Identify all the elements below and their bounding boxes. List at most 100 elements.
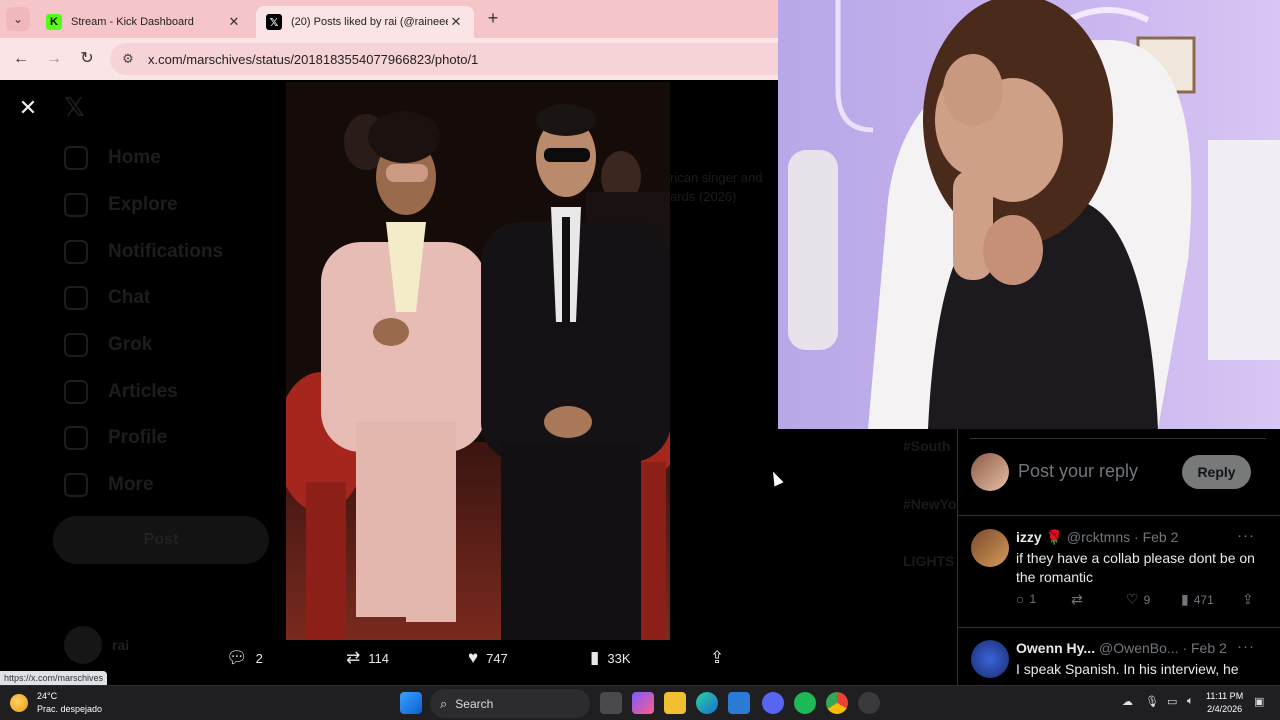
- nav-explore[interactable]: Explore: [64, 193, 178, 217]
- bell-icon: [64, 240, 88, 264]
- bar-chart-icon: ▮: [1181, 591, 1189, 607]
- share-action[interactable]: ⇪: [710, 648, 732, 668]
- share-icon: ⇪: [1242, 591, 1254, 607]
- photo-illustration: [286, 82, 670, 640]
- heart-icon: ♡: [1126, 591, 1139, 607]
- views-action[interactable]: ▮ 33K: [590, 648, 631, 668]
- reply-count[interactable]: ○ 1: [1016, 591, 1036, 607]
- divider: [957, 515, 1280, 516]
- site-info-icon[interactable]: ⚙: [118, 51, 138, 67]
- webcam-overlay: [778, 0, 1280, 429]
- weather-sun-icon: [10, 694, 28, 712]
- discord-icon[interactable]: [762, 692, 784, 714]
- spotify-icon[interactable]: [794, 692, 816, 714]
- nav-more[interactable]: More: [64, 473, 153, 497]
- nav-home[interactable]: Home: [64, 146, 161, 170]
- reply-header: Owenn Hy... @OwenBo... · Feb 2: [1016, 640, 1227, 656]
- windows-taskbar: 24°C Prac. despejado ⌕ Search ☁ 🎙︎ ▭ 🔈︎ …: [0, 685, 1280, 720]
- reply-action[interactable]: 💬︎ 2: [226, 648, 263, 668]
- like-count[interactable]: ♡ 9: [1126, 591, 1150, 608]
- tab-x-likes[interactable]: 𝕏 (20) Posts liked by rai (@raineeelis) …: [256, 6, 474, 38]
- articles-icon: [64, 380, 88, 404]
- trend-item[interactable]: #South: [903, 438, 950, 454]
- notification-icon[interactable]: ▣: [1254, 695, 1264, 708]
- repost-action[interactable]: ⇄ 114: [346, 648, 389, 668]
- grok-icon: [64, 333, 88, 357]
- close-icon[interactable]: ✕: [16, 96, 40, 120]
- browser-tab-bar: ⌄ K Stream - Kick Dashboard ✕ 𝕏 (20) Pos…: [0, 0, 778, 38]
- tray-cloud-icon[interactable]: ☁: [1122, 695, 1133, 708]
- taskbar-search[interactable]: ⌕ Search: [430, 689, 590, 718]
- task-view-icon[interactable]: [600, 692, 622, 714]
- more-options-icon[interactable]: ···: [1237, 527, 1255, 544]
- search-icon: ⌕: [440, 695, 448, 711]
- reload-icon[interactable]: ↻: [76, 48, 98, 70]
- avatar: [971, 640, 1009, 678]
- avatar: [971, 453, 1009, 491]
- file-explorer-icon[interactable]: [664, 692, 686, 714]
- post-photo[interactable]: [286, 82, 670, 640]
- store-icon[interactable]: [728, 692, 750, 714]
- new-tab-plus-icon[interactable]: +: [482, 8, 504, 30]
- chrome-icon[interactable]: [826, 692, 848, 714]
- nav-chat[interactable]: Chat: [64, 286, 150, 310]
- x-icon: 𝕏: [266, 14, 282, 30]
- reply-stats: ○ 1 ⇄ ♡ 9 ▮ 471 ⇪: [1016, 591, 1266, 611]
- back-arrow-icon[interactable]: ←: [10, 48, 32, 70]
- repost-icon: ⇄: [1071, 591, 1083, 607]
- screen: ⌄ K Stream - Kick Dashboard ✕ 𝕏 (20) Pos…: [0, 0, 1280, 720]
- kick-icon: K: [46, 14, 62, 30]
- divider: [957, 627, 1280, 628]
- bar-chart-icon: ▮: [590, 648, 600, 667]
- browser-toolbar: ← → ↻ ⚙ x.com/marschives/status/20181835…: [0, 38, 778, 80]
- mail-icon: [64, 286, 88, 310]
- obs-icon[interactable]: [858, 692, 880, 714]
- weather-desc: Prac. despejado: [37, 704, 103, 714]
- nav-grok[interactable]: Grok: [64, 333, 152, 357]
- x-logo-icon: 𝕏: [64, 92, 85, 122]
- edge-icon[interactable]: [696, 692, 718, 714]
- reply-text: I speak Spanish. In his interview, he: [1016, 661, 1239, 677]
- tab-search-chevron-icon[interactable]: ⌄: [6, 7, 30, 31]
- start-windows-icon[interactable]: [400, 692, 422, 714]
- address-bar[interactable]: ⚙ x.com/marschives/status/20181835540779…: [110, 43, 778, 75]
- system-clock[interactable]: 11:11 PM 2/4/2026: [1206, 690, 1243, 716]
- trend-item[interactable]: #NewYo: [903, 496, 956, 512]
- repost-count[interactable]: ⇄: [1071, 591, 1088, 608]
- reply-item[interactable]: izzy 🌹 @rcktmns · Feb 2 ··· if they have…: [957, 527, 1280, 621]
- close-tab-icon[interactable]: ✕: [226, 14, 242, 30]
- weather-temp: 24°C: [37, 691, 58, 701]
- reply-input[interactable]: Post your reply: [1018, 461, 1138, 482]
- view-count[interactable]: ▮ 471: [1181, 591, 1214, 608]
- weather-widget[interactable]: 24°C Prac. despejado: [10, 690, 102, 716]
- post-button[interactable]: Post: [53, 516, 269, 564]
- divider: [970, 438, 1266, 439]
- profile-icon: [64, 426, 88, 450]
- share-icon: ⇪: [710, 648, 725, 667]
- tab-title: Stream - Kick Dashboard: [71, 16, 194, 28]
- nav-notifications[interactable]: Notifications: [64, 240, 223, 264]
- address-url[interactable]: x.com/marschives/status/2018183554077966…: [148, 52, 478, 67]
- nav-articles[interactable]: Articles: [64, 380, 178, 404]
- like-action[interactable]: ♥ 747: [468, 648, 508, 668]
- volume-icon[interactable]: 🔈︎: [1187, 695, 1194, 708]
- copilot-icon[interactable]: [632, 692, 654, 714]
- comment-icon: 💬︎: [226, 648, 248, 667]
- heart-icon: ♥: [468, 648, 479, 667]
- more-options-icon[interactable]: ···: [1237, 640, 1255, 655]
- reply-button[interactable]: Reply: [1182, 455, 1251, 489]
- forward-arrow-icon[interactable]: →: [43, 48, 65, 70]
- close-tab-icon[interactable]: ✕: [448, 14, 464, 30]
- status-link-preview: https://x.com/marschives: [0, 671, 108, 685]
- home-icon: [64, 146, 88, 170]
- more-icon: [64, 473, 88, 497]
- share-action[interactable]: ⇪: [1242, 591, 1259, 608]
- tab-kick-dashboard[interactable]: K Stream - Kick Dashboard ✕: [36, 6, 252, 38]
- reply-text: if they have a collab please dont be on …: [1016, 550, 1255, 585]
- avatar: [971, 529, 1009, 567]
- reply-item[interactable]: Owenn Hy... @OwenBo... · Feb 2 ··· I spe…: [957, 640, 1280, 685]
- nav-profile[interactable]: Profile: [64, 426, 167, 450]
- network-icon[interactable]: ▭: [1167, 695, 1177, 708]
- microphone-icon[interactable]: 🎙︎: [1145, 695, 1159, 708]
- trend-item[interactable]: LIGHTS: [903, 553, 954, 569]
